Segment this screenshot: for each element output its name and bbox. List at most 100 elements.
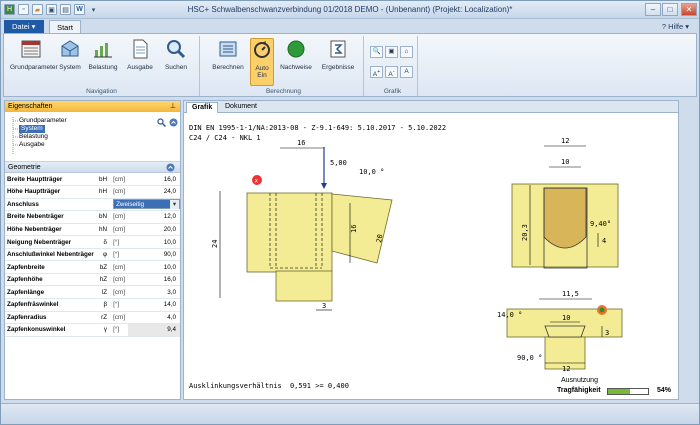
property-value-field[interactable]: 4,0 — [128, 311, 180, 325]
tab-start[interactable]: Start — [49, 20, 81, 34]
system-label: System — [59, 64, 81, 71]
section-dim-10: 10 — [561, 158, 569, 166]
font-smaller-icon[interactable]: A- — [385, 66, 398, 78]
property-value-field[interactable]: 12,0 — [128, 210, 180, 224]
ergebnisse-icon — [330, 40, 346, 58]
tree-search-icon[interactable] — [157, 118, 166, 127]
property-symbol — [93, 198, 111, 212]
collapse-icon[interactable] — [169, 118, 178, 127]
tab-grafik[interactable]: Grafik — [186, 102, 219, 113]
geometry-properties-table: Breite Hauptträger bH [cm] 16,0 Höhe Haupttr… — [5, 173, 180, 337]
property-value-field[interactable]: 9,4 — [128, 323, 180, 337]
belastung-button[interactable]: Belastung — [86, 38, 120, 71]
system-button[interactable]: System — [56, 38, 84, 71]
zoom-icon[interactable]: 🔍 — [370, 46, 383, 58]
side-load: 5,00 — [330, 159, 347, 167]
berechnen-button[interactable]: Berechnen — [210, 38, 246, 71]
property-unit: [cm] — [110, 173, 129, 187]
pin-icon[interactable]: ⊥ — [170, 101, 176, 112]
ratio-row: Ausklinkungsverhältnis 0,591 >= 0,400 — [189, 382, 349, 390]
property-value-field[interactable]: 20,0 — [128, 223, 180, 237]
tree-item-ausgabe[interactable]: Ausgabe — [19, 141, 45, 149]
ratio-label: Ausklinkungsverhältnis — [189, 382, 282, 390]
property-value-field[interactable]: 10,0 — [128, 260, 180, 274]
property-symbol: lZ — [93, 285, 111, 299]
property-row[interactable]: Breite Nebenträger bN [cm] 12,0 — [5, 210, 180, 224]
property-name: Anschluss — [5, 198, 94, 212]
property-row[interactable]: Zapfenradius rZ [cm] 4,0 — [5, 311, 180, 325]
grundparameter-button[interactable]: Grundparameter — [10, 38, 58, 71]
file-menu-label: Datei — [12, 22, 30, 31]
capacity-row: Tragfähigkeit 54% — [557, 387, 675, 397]
property-name: Zapfenradius — [5, 311, 94, 325]
property-unit: [cm] — [110, 185, 129, 199]
tree-item-belastung[interactable]: Belastung — [19, 133, 48, 141]
close-button[interactable]: ✕ — [681, 3, 697, 16]
property-value-field[interactable]: 24,0 — [128, 185, 180, 199]
suchen-button[interactable]: Suchen — [160, 38, 192, 71]
section-collapse-icon[interactable] — [166, 163, 175, 172]
property-row[interactable]: Höhe Hauptträger hH [cm] 24,0 — [5, 185, 180, 199]
anschluss-select[interactable]: Zweiseitig ▾ — [110, 198, 180, 212]
property-row[interactable]: Neigung Nebenträger δ [°] 10,0 — [5, 235, 180, 249]
property-unit: [cm] — [110, 260, 129, 274]
minimize-button[interactable]: – — [645, 3, 661, 16]
maximize-button[interactable]: □ — [662, 3, 678, 16]
font-default-icon[interactable]: A — [400, 66, 413, 78]
navigation-group-caption: Navigation — [86, 88, 117, 95]
property-unit: [cm] — [110, 311, 129, 325]
property-name: Neigung Nebenträger — [5, 235, 94, 249]
font-larger-icon[interactable]: A+ — [370, 66, 383, 78]
property-symbol: δ — [93, 235, 111, 249]
grafik-group: 🔍 ▣ ⌂ A+ A- A Grafik — [368, 36, 418, 96]
property-name: Höhe Nebenträger — [5, 223, 94, 237]
system-icon — [61, 40, 79, 57]
property-symbol: γ — [93, 323, 111, 337]
property-row[interactable]: Zapfenhöhe hZ [cm] 16,0 — [5, 273, 180, 287]
status-bar — [1, 403, 699, 424]
property-value-field[interactable]: 10,0 — [128, 235, 180, 249]
ausgabe-label: Ausgabe — [127, 64, 153, 71]
capacity-value: 54% — [657, 387, 672, 394]
property-row[interactable]: Zapfenfräswinkel β [°] 14,0 — [5, 298, 180, 312]
nachweise-button[interactable]: Nachweise — [278, 38, 314, 71]
tab-dokument[interactable]: Dokument — [220, 102, 262, 113]
tree-item-system[interactable]: System — [19, 125, 45, 133]
auto-ein-toggle[interactable]: Auto Ein — [250, 38, 274, 86]
property-row[interactable]: Anschlußwinkel Nebenträger φ [°] 90,0 — [5, 248, 180, 262]
secondary-beam — [331, 193, 393, 264]
property-row[interactable]: Breite Hauptträger bH [cm] 16,0 — [5, 173, 180, 187]
property-row[interactable]: Zapfenlänge lZ [cm] 3,0 — [5, 285, 180, 299]
ausgabe-button[interactable]: Ausgabe — [124, 38, 156, 71]
property-row[interactable]: Zapfenkonuswinkel γ [°] 9,4 — [5, 323, 180, 337]
property-name: Höhe Hauptträger — [5, 185, 94, 199]
property-value-field[interactable]: 16,0 — [128, 273, 180, 287]
chevron-down-icon[interactable]: ▾ — [170, 200, 179, 210]
property-name: Anschlußwinkel Nebenträger — [5, 248, 94, 262]
property-unit: [°] — [110, 298, 129, 312]
search-icon — [167, 40, 186, 59]
help-menu[interactable]: ? Hilfe ▾ — [662, 22, 689, 31]
home-view-icon[interactable]: ⌂ — [400, 46, 413, 58]
side-dim-24: 24 — [211, 240, 219, 248]
property-name: Zapfenbreite — [5, 260, 94, 274]
geometrie-section-title: Geometrie — [8, 164, 41, 171]
grundparameter-label: Grundparameter — [10, 64, 58, 71]
property-row[interactable]: Höhe Nebenträger hN [cm] 20,0 — [5, 223, 180, 237]
file-menu-tab[interactable]: Datei ▾ — [4, 20, 44, 33]
geometrie-section-header[interactable]: Geometrie — [5, 162, 180, 173]
belastung-label: Belastung — [88, 64, 118, 71]
property-row[interactable]: Anschluss Zweiseitig ▾ — [5, 198, 180, 212]
property-symbol: hH — [93, 185, 111, 199]
grundparameter-icon — [21, 40, 41, 58]
main-beam — [246, 192, 333, 273]
property-value-field[interactable]: 3,0 — [128, 285, 180, 299]
property-value-field[interactable]: 90,0 — [128, 248, 180, 262]
ergebnisse-button[interactable]: Ergebnisse — [318, 38, 358, 71]
property-value-field[interactable]: 16,0 — [128, 173, 180, 187]
property-row[interactable]: Zapfenbreite bZ [cm] 10,0 — [5, 260, 180, 274]
norm-header: DIN EN 1995-1-1/NA:2013-08 - Z-9.1-649: … — [189, 124, 446, 132]
tree-item-grundparameter[interactable]: Grundparameter — [19, 117, 67, 125]
fit-view-icon[interactable]: ▣ — [385, 46, 398, 58]
property-value-field[interactable]: 14,0 — [128, 298, 180, 312]
